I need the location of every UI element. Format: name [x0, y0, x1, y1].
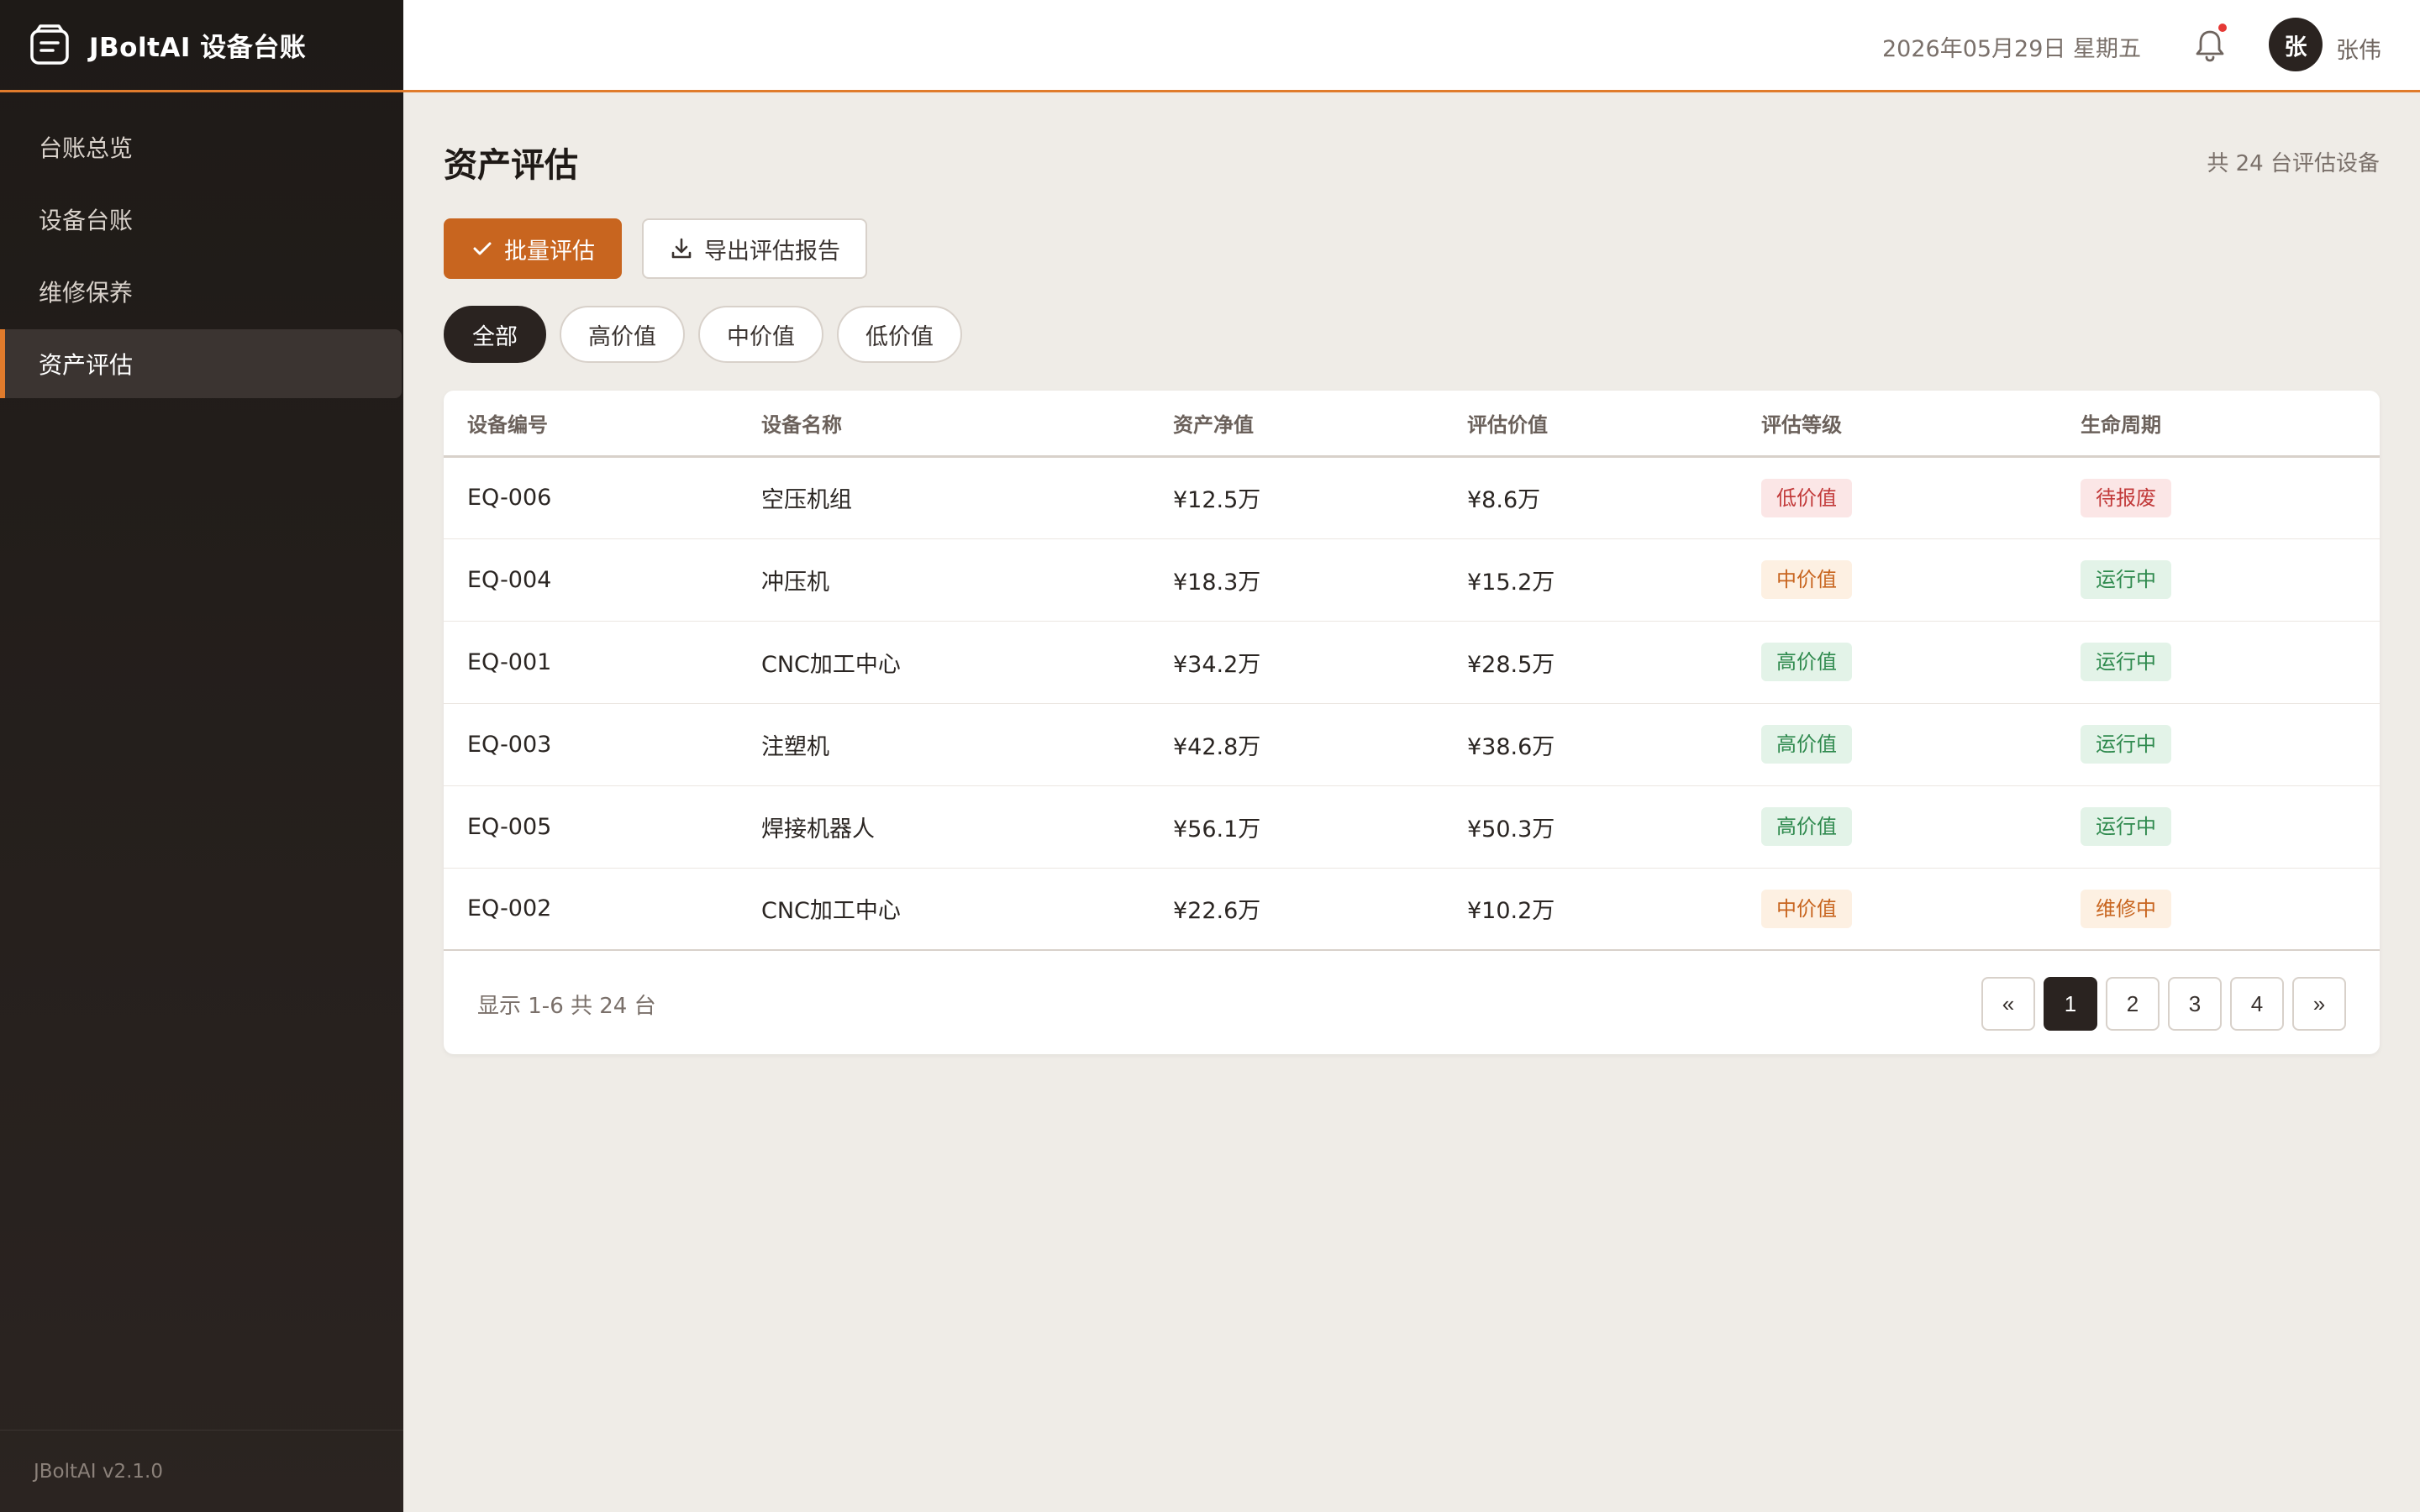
grade-badge: 中价值	[1761, 560, 1852, 599]
table-header-row: 设备编号 设备名称 资产净值 评估价值 评估等级 生命周期	[444, 391, 2380, 458]
net-asset-value: ¥34.2万	[1150, 621, 1444, 704]
lifecycle-badge: 运行中	[2081, 807, 2171, 846]
column-header[interactable]: 评估等级	[1738, 391, 2057, 458]
table-row[interactable]: EQ-002 CNC加工中心 ¥22.6万 ¥10.2万 中价值 维修中	[444, 868, 2380, 951]
sidebar-item-maintenance[interactable]: 维修保养	[0, 257, 403, 326]
pagination: « 1 2 3 4 »	[1981, 977, 2346, 1031]
evaluation-table: 设备编号 设备名称 资产净值 评估价值 评估等级 生命周期 EQ-006 空压机…	[444, 391, 2380, 951]
export-report-label: 导出评估报告	[704, 238, 840, 265]
batch-evaluate-button[interactable]: 批量评估	[444, 218, 622, 279]
column-header[interactable]: 设备编号	[444, 391, 738, 458]
evaluated-value: ¥50.3万	[1444, 785, 1738, 869]
evaluated-value: ¥28.5万	[1444, 621, 1738, 704]
filter-all[interactable]: 全部	[444, 306, 546, 363]
filter-low-value[interactable]: 低价值	[837, 306, 962, 363]
pagination-page-2[interactable]: 2	[2106, 977, 2160, 1031]
equipment-id: EQ-003	[444, 703, 738, 786]
evaluated-value: ¥38.6万	[1444, 703, 1738, 786]
sidebar-item-label: 台账总览	[39, 134, 134, 162]
equipment-name: 空压机组	[738, 456, 1150, 539]
equipment-id: EQ-005	[444, 785, 738, 869]
pagination-info: 显示 1-6 共 24 台	[477, 994, 656, 1019]
table-row[interactable]: EQ-004 冲压机 ¥18.3万 ¥15.2万 中价值 运行中	[444, 538, 2380, 622]
value-filter-group: 全部 高价值 中价值 低价值	[444, 306, 962, 363]
table-footer: 显示 1-6 共 24 台 « 1 2 3 4 »	[444, 952, 2380, 1054]
lifecycle-badge: 运行中	[2081, 725, 2171, 764]
pagination-next-button[interactable]: »	[2292, 977, 2346, 1031]
sidebar-item-label: 维修保养	[39, 279, 134, 307]
equipment-name: CNC加工中心	[738, 868, 1150, 951]
filter-high-value[interactable]: 高价值	[560, 306, 685, 363]
topbar: 2026年05月29日 星期五 张 张伟	[403, 0, 2420, 92]
sidebar-item-overview[interactable]: 台账总览	[0, 113, 403, 181]
grade-badge: 高价值	[1761, 807, 1852, 846]
version-label: JBoltAI v2.1.0	[0, 1430, 403, 1512]
current-date: 2026年05月29日 星期五	[1881, 36, 2141, 62]
table-row[interactable]: EQ-001 CNC加工中心 ¥34.2万 ¥28.5万 高价值 运行中	[444, 621, 2380, 704]
filter-mid-value[interactable]: 中价值	[698, 306, 823, 363]
ledger-icon	[30, 24, 69, 65]
net-asset-value: ¥18.3万	[1150, 538, 1444, 622]
pagination-page-3[interactable]: 3	[2168, 977, 2222, 1031]
app-title: JBoltAI 设备台账	[89, 33, 307, 63]
brand: JBoltAI 设备台账	[0, 0, 403, 92]
equipment-id: EQ-004	[444, 538, 738, 622]
notification-badge	[2218, 24, 2227, 32]
batch-evaluate-label: 批量评估	[504, 238, 595, 265]
evaluation-table-card: 设备编号 设备名称 资产净值 评估价值 评估等级 生命周期 EQ-006 空压机…	[444, 391, 2380, 1054]
equipment-id: EQ-006	[444, 456, 738, 539]
grade-badge: 高价值	[1761, 725, 1852, 764]
column-header[interactable]: 资产净值	[1150, 391, 1444, 458]
sidebar-item-label: 资产评估	[39, 351, 134, 379]
user-name[interactable]: 张伟	[2336, 32, 2381, 65]
table-row[interactable]: EQ-003 注塑机 ¥42.8万 ¥38.6万 高价值 运行中	[444, 703, 2380, 786]
sidebar-item-asset-evaluation[interactable]: 资产评估	[0, 329, 402, 398]
evaluated-value: ¥8.6万	[1444, 456, 1738, 539]
equipment-id: EQ-002	[444, 868, 738, 951]
grade-badge: 低价值	[1761, 478, 1852, 517]
check-icon	[473, 242, 492, 255]
table-row[interactable]: EQ-005 焊接机器人 ¥56.1万 ¥50.3万 高价值 运行中	[444, 785, 2380, 869]
page-title: 资产评估	[444, 146, 578, 185]
lifecycle-badge: 待报废	[2081, 478, 2171, 517]
sidebar: JBoltAI 设备台账 台账总览 设备台账 维修保养 资产评估 JBoltAI…	[0, 0, 403, 1512]
column-header[interactable]: 设备名称	[738, 391, 1150, 458]
evaluated-value: ¥15.2万	[1444, 538, 1738, 622]
net-asset-value: ¥22.6万	[1150, 868, 1444, 951]
net-asset-value: ¥42.8万	[1150, 703, 1444, 786]
equipment-name: 焊接机器人	[738, 785, 1150, 869]
export-report-button[interactable]: 导出评估报告	[642, 218, 867, 279]
equipment-name: 注塑机	[738, 703, 1150, 786]
pagination-page-1[interactable]: 1	[2044, 977, 2097, 1031]
lifecycle-badge: 运行中	[2081, 643, 2171, 681]
equipment-name: CNC加工中心	[738, 621, 1150, 704]
net-asset-value: ¥12.5万	[1150, 456, 1444, 539]
avatar[interactable]: 张	[2269, 18, 2323, 71]
column-header[interactable]: 生命周期	[2057, 391, 2380, 458]
pagination-page-4[interactable]: 4	[2230, 977, 2284, 1031]
equipment-name: 冲压机	[738, 538, 1150, 622]
table-row[interactable]: EQ-006 空压机组 ¥12.5万 ¥8.6万 低价值 待报废	[444, 456, 2380, 539]
evaluated-value: ¥10.2万	[1444, 868, 1738, 951]
grade-badge: 高价值	[1761, 643, 1852, 681]
net-asset-value: ¥56.1万	[1150, 785, 1444, 869]
app-root: JBoltAI 设备台账 台账总览 设备台账 维修保养 资产评估 JBoltAI…	[0, 0, 2420, 1512]
grade-badge: 中价值	[1761, 889, 1852, 928]
sidebar-nav: 台账总览 设备台账 维修保养 资产评估	[0, 113, 403, 398]
lifecycle-badge: 运行中	[2081, 560, 2171, 599]
pagination-prev-button[interactable]: «	[1981, 977, 2035, 1031]
lifecycle-badge: 维修中	[2081, 889, 2171, 928]
download-icon	[671, 238, 692, 259]
sidebar-item-ledger[interactable]: 设备台账	[0, 185, 403, 254]
sidebar-item-label: 设备台账	[39, 207, 134, 234]
total-count: 共 24 台评估设备	[2207, 151, 2380, 176]
column-header[interactable]: 评估价值	[1444, 391, 1738, 458]
equipment-id: EQ-001	[444, 621, 738, 704]
